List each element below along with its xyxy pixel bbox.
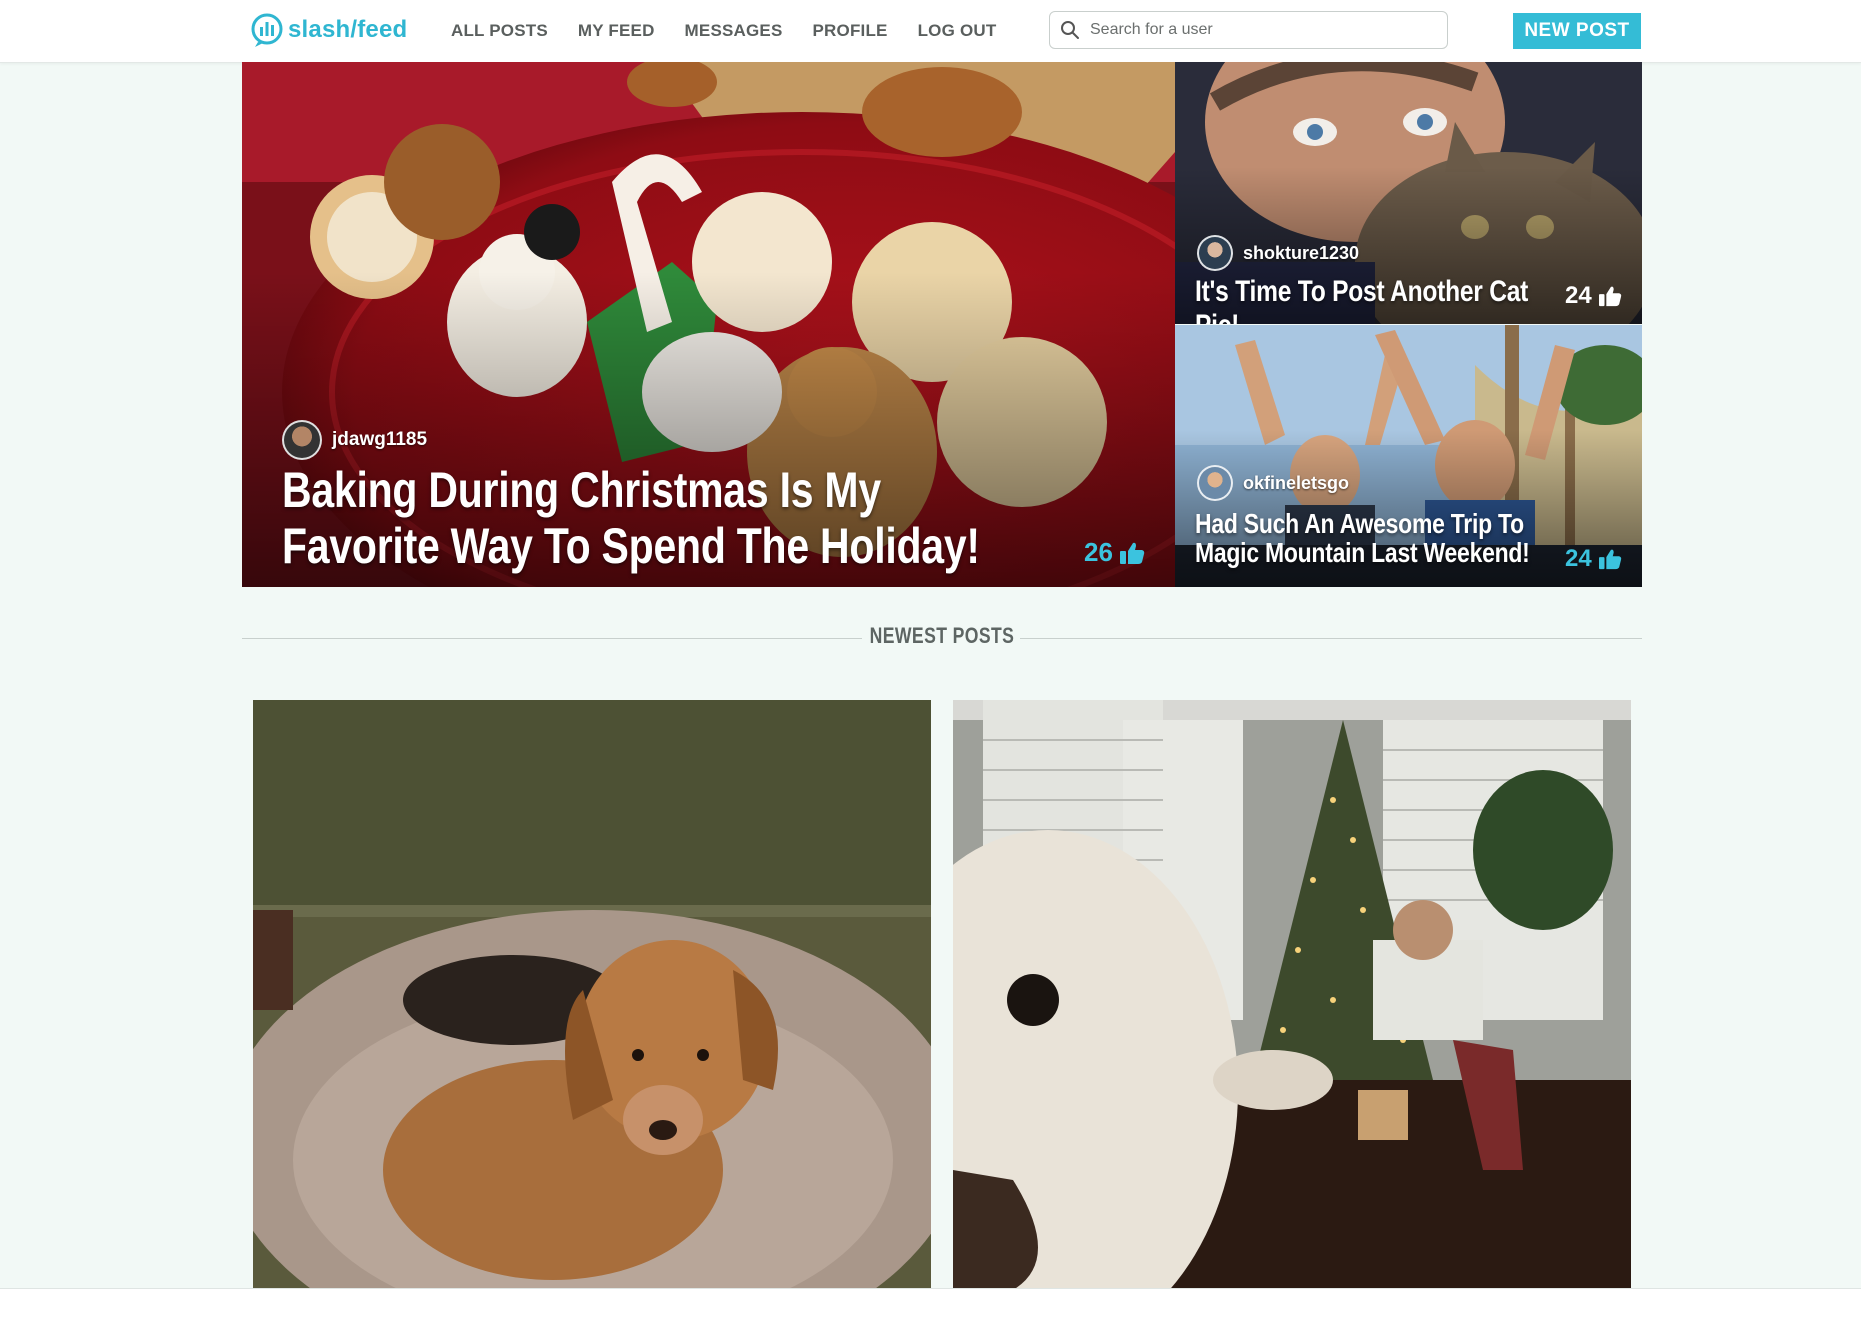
user-search-box[interactable] [1049, 11, 1448, 49]
post-author[interactable]: shokture1230 [1197, 235, 1359, 271]
post-image-christmas-dog [953, 700, 1631, 1290]
post-title-line-2: Favorite Way To Spend The Holiday! [282, 518, 980, 574]
newest-posts-header: NEWEST POSTS [242, 623, 1642, 657]
like-number: 24 [1565, 545, 1592, 572]
post-title[interactable]: Had Such An Awesome Trip To Magic Mounta… [1195, 509, 1530, 568]
nav-profile[interactable]: PROFILE [813, 21, 888, 41]
newest-post-card[interactable] [253, 700, 931, 1290]
nav-my-feed[interactable]: MY FEED [578, 21, 655, 41]
section-title: NEWEST POSTS [869, 623, 1015, 648]
like-count[interactable]: 26 [1084, 537, 1145, 568]
featured-post-bottom-right[interactable]: okfineletsgo Had Such An Awesome Trip To… [1175, 325, 1642, 587]
main-nav: ALL POSTS MY FEED MESSAGES PROFILE LOG O… [451, 0, 996, 62]
thumbs-up-icon[interactable] [1598, 548, 1622, 570]
nav-all-posts[interactable]: ALL POSTS [451, 21, 548, 41]
author-avatar[interactable] [282, 420, 322, 460]
new-post-button[interactable]: NEW POST [1513, 13, 1641, 49]
thumbs-up-icon[interactable] [1119, 541, 1145, 565]
brand-name: slash/feed [288, 16, 408, 43]
like-count[interactable]: 24 [1565, 282, 1622, 310]
featured-post-top-right[interactable]: shokture1230 It's Time To Post Another C… [1175, 62, 1642, 324]
nav-log-out[interactable]: LOG OUT [918, 21, 997, 41]
search-input[interactable] [1088, 20, 1432, 40]
logo-icon [251, 13, 283, 47]
newest-post-card[interactable] [953, 700, 1631, 1290]
author-name[interactable]: jdawg1185 [332, 429, 427, 451]
author-avatar[interactable] [1197, 235, 1233, 271]
like-number: 24 [1565, 282, 1592, 309]
post-title-line-2: Magic Mountain Last Weekend! [1195, 537, 1530, 569]
post-image-dog-bed [253, 700, 931, 1290]
post-title-line-1: It's Time To Post Another Cat Pic! [1195, 275, 1529, 324]
post-title-line-1: Baking During Christmas Is My [282, 462, 881, 518]
post-author[interactable]: jdawg1185 [282, 420, 427, 460]
author-name[interactable]: okfineletsgo [1243, 473, 1349, 494]
author-avatar[interactable] [1197, 465, 1233, 501]
like-count[interactable]: 24 [1565, 545, 1622, 573]
nav-messages[interactable]: MESSAGES [685, 21, 783, 41]
top-navigation-bar: slash/feed ALL POSTS MY FEED MESSAGES PR… [0, 0, 1861, 63]
search-icon [1061, 21, 1079, 39]
page-bottom-bar [0, 1288, 1861, 1331]
post-title[interactable]: It's Time To Post Another Cat Pic! [1195, 275, 1562, 324]
thumbs-up-icon[interactable] [1598, 285, 1622, 307]
featured-post-large[interactable]: jdawg1185 Baking During Christmas Is My … [242, 62, 1175, 587]
post-title-line-1: Had Such An Awesome Trip To [1195, 508, 1524, 539]
post-author[interactable]: okfineletsgo [1197, 465, 1349, 501]
author-name[interactable]: shokture1230 [1243, 243, 1359, 264]
like-number: 26 [1084, 537, 1113, 567]
post-title[interactable]: Baking During Christmas Is My Favorite W… [282, 462, 980, 574]
brand-logo[interactable]: slash/feed [250, 11, 407, 49]
